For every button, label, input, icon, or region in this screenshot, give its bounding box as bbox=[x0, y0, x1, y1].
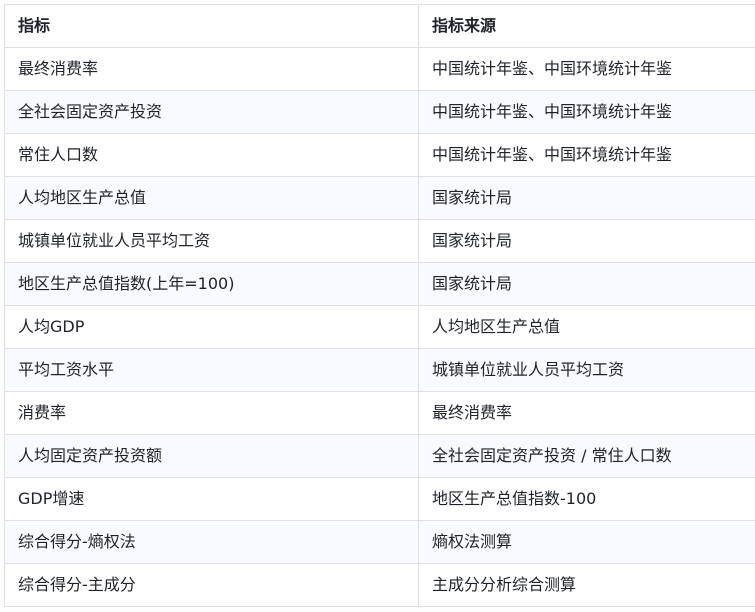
table-row: 综合得分-熵权法 熵权法测算 bbox=[4, 520, 755, 564]
table-row: 全社会固定资产投资 中国统计年鉴、中国环境统计年鉴 bbox=[4, 90, 755, 134]
indicator-cell: 常住人口数 bbox=[4, 133, 419, 177]
indicator-cell: 综合得分-主成分 bbox=[4, 563, 419, 607]
source-cell: 城镇单位就业人员平均工资 bbox=[418, 348, 755, 392]
source-cell: 熵权法测算 bbox=[418, 520, 755, 564]
source-cell: 主成分分析综合测算 bbox=[418, 563, 755, 607]
indicator-cell: 综合得分-熵权法 bbox=[4, 520, 419, 564]
source-cell: 国家统计局 bbox=[418, 262, 755, 306]
table-header: 指标 指标来源 bbox=[4, 4, 755, 48]
table-row: 人均地区生产总值 国家统计局 bbox=[4, 176, 755, 220]
indicator-cell: 全社会固定资产投资 bbox=[4, 90, 419, 134]
source-cell: 中国统计年鉴、中国环境统计年鉴 bbox=[418, 133, 755, 177]
indicator-cell: 平均工资水平 bbox=[4, 348, 419, 392]
indicator-cell: 消费率 bbox=[4, 391, 419, 435]
header-row: 指标 指标来源 bbox=[4, 4, 755, 48]
table-row: 消费率 最终消费率 bbox=[4, 391, 755, 435]
table-body: 最终消费率 中国统计年鉴、中国环境统计年鉴 全社会固定资产投资 中国统计年鉴、中… bbox=[4, 47, 755, 607]
source-cell: 国家统计局 bbox=[418, 176, 755, 220]
table-row: 平均工资水平 城镇单位就业人员平均工资 bbox=[4, 348, 755, 392]
source-cell: 全社会固定资产投资 / 常住人口数 bbox=[418, 434, 755, 478]
header-indicator: 指标 bbox=[4, 4, 419, 48]
table-row: 人均固定资产投资额 全社会固定资产投资 / 常住人口数 bbox=[4, 434, 755, 478]
indicator-cell: 人均地区生产总值 bbox=[4, 176, 419, 220]
source-cell: 国家统计局 bbox=[418, 219, 755, 263]
table-row: 综合得分-主成分 主成分分析综合测算 bbox=[4, 563, 755, 607]
source-cell: 最终消费率 bbox=[418, 391, 755, 435]
source-cell: 人均地区生产总值 bbox=[418, 305, 755, 349]
indicator-cell: 人均GDP bbox=[4, 305, 419, 349]
indicator-cell: GDP增速 bbox=[4, 477, 419, 521]
source-cell: 中国统计年鉴、中国环境统计年鉴 bbox=[418, 90, 755, 134]
metrics-source-table: 指标 指标来源 最终消费率 中国统计年鉴、中国环境统计年鉴 全社会固定资产投资 … bbox=[4, 4, 755, 607]
metrics-table-container: 指标 指标来源 最终消费率 中国统计年鉴、中国环境统计年鉴 全社会固定资产投资 … bbox=[4, 4, 755, 607]
table-row: 城镇单位就业人员平均工资 国家统计局 bbox=[4, 219, 755, 263]
table-row: 最终消费率 中国统计年鉴、中国环境统计年鉴 bbox=[4, 47, 755, 91]
table-row: GDP增速 地区生产总值指数-100 bbox=[4, 477, 755, 521]
indicator-cell: 人均固定资产投资额 bbox=[4, 434, 419, 478]
source-cell: 中国统计年鉴、中国环境统计年鉴 bbox=[418, 47, 755, 91]
indicator-cell: 城镇单位就业人员平均工资 bbox=[4, 219, 419, 263]
source-cell: 地区生产总值指数-100 bbox=[418, 477, 755, 521]
header-source: 指标来源 bbox=[418, 4, 755, 48]
indicator-cell: 地区生产总值指数(上年=100) bbox=[4, 262, 419, 306]
table-row: 地区生产总值指数(上年=100) 国家统计局 bbox=[4, 262, 755, 306]
indicator-cell: 最终消费率 bbox=[4, 47, 419, 91]
table-row: 人均GDP 人均地区生产总值 bbox=[4, 305, 755, 349]
table-row: 常住人口数 中国统计年鉴、中国环境统计年鉴 bbox=[4, 133, 755, 177]
